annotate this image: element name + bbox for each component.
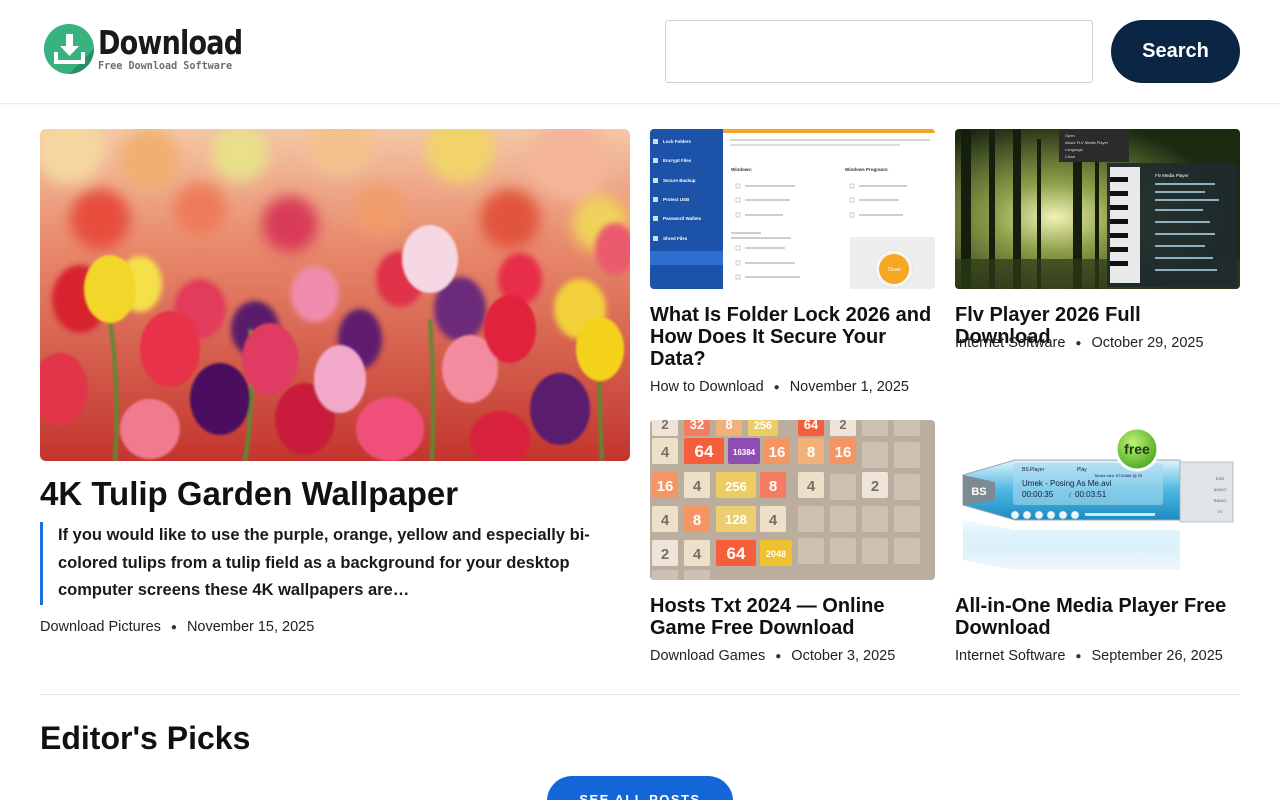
post-date: October 3, 2025: [791, 648, 896, 664]
meta-separator: ●: [773, 381, 780, 393]
meta-separator: ●: [775, 650, 782, 662]
tile: 16: [769, 444, 786, 461]
tile: 4: [661, 512, 670, 529]
tile: 32: [690, 420, 704, 432]
post-card-image[interactable]: Lock Folders Encrypt Files Secure Backup…: [650, 129, 935, 289]
tile: 16: [657, 478, 674, 495]
tile: 64: [804, 420, 819, 432]
section-divider: [40, 694, 1240, 695]
post-date: September 26, 2025: [1091, 648, 1223, 664]
download-arrow-icon: [44, 24, 94, 74]
side-button-audio: AUDIO: [1214, 487, 1227, 492]
site-header: Download Free Download Software Search: [0, 0, 1280, 104]
sidebar-password-wallets: Password Wallets: [663, 216, 702, 221]
featured-post-excerpt: If you would like to use the purple, ora…: [40, 522, 630, 605]
post-card-image[interactable]: BS BS.Player Play Movie size: 672x368 @ …: [955, 420, 1240, 580]
post-category-link[interactable]: Internet Software: [955, 335, 1065, 351]
search-input[interactable]: [665, 20, 1093, 83]
post-card-meta: Internet Software ● October 29, 2025: [955, 335, 1204, 351]
search-button[interactable]: Search: [1111, 20, 1240, 83]
tile: 8: [725, 420, 732, 432]
post-date: October 29, 2025: [1091, 335, 1204, 351]
sidebar-encrypt-files: Encrypt Files: [663, 158, 692, 163]
side-button-tv: TV: [1217, 509, 1222, 514]
tile: 2: [839, 420, 846, 432]
post-card-title[interactable]: Hosts Txt 2024 — Online Game Free Downlo…: [650, 595, 935, 639]
tile: 8: [807, 444, 815, 461]
sidebar-shred-files: Shred Files: [663, 236, 688, 241]
tile: 2: [871, 478, 879, 495]
player-panel-title: Flv Media Player: [1155, 173, 1189, 178]
menu-about: About FLV Media Player: [1065, 140, 1109, 145]
track-title: Umek - Posing As Me.avi: [1022, 479, 1112, 488]
tile: 256: [754, 420, 772, 432]
tile: 4: [661, 444, 670, 461]
sidebar-lock-folders: Lock Folders: [663, 139, 692, 144]
clean-button-label: Clean: [887, 267, 900, 273]
post-category-link[interactable]: Internet Software: [955, 648, 1065, 664]
post-card-title[interactable]: What Is Folder Lock 2026 and How Does It…: [650, 304, 935, 370]
meta-separator: ●: [1075, 650, 1082, 662]
post-card-image[interactable]: Open About FLV Media Player Language Clo…: [955, 129, 1240, 289]
menu-language: Language: [1065, 147, 1084, 152]
post-card-title[interactable]: All-in-One Media Player Free Download: [955, 595, 1240, 639]
post-card-meta: Download Games ● October 3, 2025: [650, 648, 895, 664]
section-windows: Windows:: [731, 167, 753, 172]
player-mode: Play: [1077, 467, 1087, 473]
featured-post-image[interactable]: [40, 129, 630, 461]
tile: 2: [661, 546, 669, 563]
time-elapsed: 00:00:35: [1022, 490, 1054, 499]
post-date: November 15, 2025: [186, 619, 315, 635]
time-total: 00:03:51: [1075, 490, 1107, 499]
tile: 4: [807, 478, 816, 495]
tile: 128: [725, 512, 747, 527]
see-all-posts-button[interactable]: SEE ALL POSTS: [547, 776, 733, 800]
free-badge: free: [1124, 441, 1150, 457]
post-category-link[interactable]: Download Pictures: [40, 619, 161, 635]
menu-open: Open: [1065, 133, 1075, 138]
sidebar-secure-backup: Secure Backup: [663, 178, 696, 183]
tile: 64: [727, 544, 746, 563]
meta-separator: ●: [1075, 337, 1082, 349]
tile: 4: [769, 512, 778, 529]
tile: 4: [693, 478, 702, 495]
side-button-dvd: DVD: [1216, 476, 1225, 481]
sidebar-protect-usb: Protect USB: [663, 197, 690, 202]
tile: 8: [693, 512, 701, 529]
post-card-meta: Internet Software ● September 26, 2025: [955, 648, 1223, 664]
featured-post-meta: Download Pictures ● November 15, 2025: [40, 619, 314, 635]
site-logo[interactable]: Download Free Download Software: [44, 24, 274, 74]
post-date: November 1, 2025: [789, 379, 909, 395]
logo-title: Download: [98, 23, 243, 62]
section-windows-programs: Windows Programs:: [845, 167, 889, 172]
movie-size: Movie size: 672x368 @ 25: [1095, 473, 1143, 478]
logo-subtitle: Free Download Software: [98, 59, 233, 72]
tile: 16384: [733, 448, 756, 457]
tile: 8: [769, 478, 777, 495]
meta-separator: ●: [170, 621, 177, 633]
tile: 256: [725, 479, 747, 494]
tile: 16: [835, 444, 852, 461]
post-card-meta: How to Download ● November 1, 2025: [650, 379, 909, 395]
featured-post-title[interactable]: 4K Tulip Garden Wallpaper: [40, 474, 630, 514]
post-category-link[interactable]: Download Games: [650, 648, 765, 664]
side-button-radio: RADIO: [1214, 498, 1227, 503]
post-card-image[interactable]: 2 32 8 256 64 2 4 64 16384 16 8 16 16 4 …: [650, 420, 935, 580]
tile: 64: [695, 442, 714, 461]
post-category-link[interactable]: How to Download: [650, 379, 764, 395]
tile: 2: [661, 420, 668, 432]
editors-picks-title: Editor's Picks: [40, 720, 251, 756]
tile: 4: [693, 546, 702, 563]
tile: 2048: [766, 549, 786, 559]
menu-close: Close: [1065, 154, 1076, 159]
bs-brand: BS: [971, 486, 986, 498]
player-name: BS.Player: [1022, 467, 1045, 473]
